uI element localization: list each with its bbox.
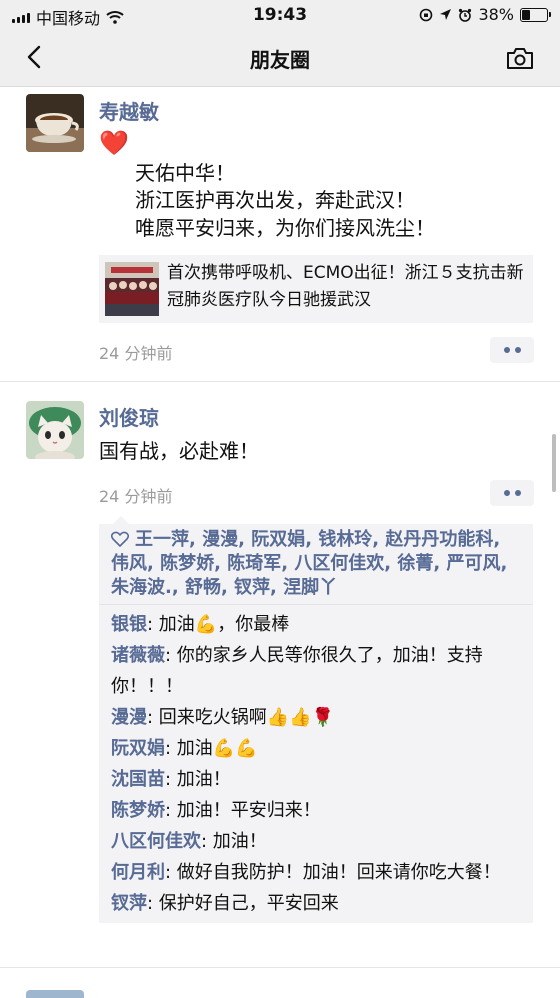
comment-text: : 回来吃火锅啊👍👍🌹 — [147, 707, 335, 728]
dot-icon — [514, 347, 521, 353]
comment-text: : 加油！ — [201, 831, 267, 852]
comment-text: : 加油！ — [165, 769, 231, 790]
post-time: 24 分钟前 — [99, 344, 173, 363]
dot-icon — [503, 490, 510, 496]
page-title: 朋友圈 — [250, 48, 310, 72]
post-text: 国有战，必赴难！ — [99, 439, 259, 463]
comment[interactable]: 阮双娟: 加油💪💪 — [111, 733, 523, 764]
nav-bar: 朋友圈 — [0, 30, 560, 87]
post-divider — [0, 381, 560, 382]
post-text-line: 浙江医护再次出发，奔赴武汉！ — [135, 188, 415, 212]
post-author[interactable]: 刘俊琼 — [99, 402, 159, 431]
avatar[interactable] — [26, 401, 84, 459]
battery-icon — [520, 7, 551, 22]
post-time: 24 分钟前 — [99, 487, 173, 506]
post-emoji: ❤️ — [99, 129, 129, 157]
comment[interactable]: 银银: 加油💪，你最棒 — [111, 609, 523, 640]
comment-author[interactable]: 沈国苗 — [111, 769, 165, 790]
comment-author[interactable]: 诸薇薇 — [111, 645, 165, 666]
comment-text: : 保护好自己，平安回来 — [147, 893, 339, 914]
alarm-icon — [459, 8, 472, 22]
comment[interactable]: 漫漫: 回来吃火锅啊👍👍🌹 — [111, 702, 523, 733]
location-icon — [440, 9, 452, 20]
likes-list: 王一萍, 漫漫, 阮双娟, 钱林玲, 赵丹丹功能科, 伟风, 陈梦娇, 陈琦军,… — [99, 524, 533, 605]
comment-author[interactable]: 八区何佳欢 — [111, 831, 201, 852]
next-post-partial — [0, 968, 560, 998]
comment-author[interactable]: 漫漫 — [111, 707, 147, 728]
link-thumbnail — [105, 262, 159, 316]
dot-icon — [503, 347, 510, 353]
comment-text: : 加油！平安归来！ — [165, 800, 321, 821]
dot-icon — [514, 490, 521, 496]
likes-names[interactable]: 王一萍, 漫漫, 阮双娟, 钱林玲, 赵丹丹功能科, 伟风, 陈梦娇, 陈琦军,… — [111, 529, 507, 598]
heart-outline-icon — [111, 531, 129, 547]
comment-text: : 加油💪，你最棒 — [147, 614, 290, 635]
likes-comments-panel: 王一萍, 漫漫, 阮双娟, 钱林玲, 赵丹丹功能科, 伟风, 陈梦娇, 陈琦军,… — [99, 516, 533, 923]
post-author[interactable]: 寿越敏 — [99, 96, 159, 125]
comment-author[interactable]: 何月利 — [111, 862, 165, 883]
comment-text: : 加油💪💪 — [165, 738, 258, 759]
status-right: 38% — [419, 5, 551, 24]
comments-list: 银银: 加油💪，你最棒 诸薇薇: 你的家乡人民等你很久了，加油！支持你！！！ 漫… — [99, 605, 533, 923]
comment[interactable]: 沈国苗: 加油！ — [111, 764, 523, 795]
comment-text: : 做好自我防护！加油！回来请你吃大餐！ — [165, 862, 501, 883]
camera-button[interactable] — [506, 46, 534, 70]
orientation-lock-icon — [420, 8, 433, 21]
comment-text: : 你的家乡人民等你很久了，加油！支持你！！！ — [111, 645, 483, 697]
avatar[interactable] — [26, 990, 84, 998]
post-text-line: 唯愿平安归来，为你们接风洗尘！ — [135, 216, 435, 240]
post-text-line: 天佑中华！ — [135, 161, 235, 185]
comment[interactable]: 八区何佳欢: 加油！ — [111, 826, 523, 857]
scrollbar-thumb[interactable] — [552, 434, 556, 492]
comment-author[interactable]: 银银 — [111, 614, 147, 635]
status-bar: 中国移动 19:43 38% — [0, 0, 560, 30]
comment-author[interactable]: 钗萍 — [111, 893, 147, 914]
comment[interactable]: 陈梦娇: 加油！平安归来！ — [111, 795, 523, 826]
post-actions-button[interactable] — [490, 480, 534, 506]
comment[interactable]: 诸薇薇: 你的家乡人民等你很久了，加油！支持你！！！ — [111, 640, 523, 702]
post-actions-button[interactable] — [490, 337, 534, 363]
comment-author[interactable]: 阮双娟 — [111, 738, 165, 759]
link-title: 首次携带呼吸机、ECMO出征！浙江５支抗击新冠肺炎医疗队今日驰援武汉 — [167, 263, 524, 310]
battery-percent: 38% — [478, 5, 514, 24]
comment[interactable]: 钗萍: 保护好自己，平安回来 — [111, 888, 523, 919]
avatar[interactable] — [26, 94, 84, 152]
battery-fill — [522, 9, 530, 20]
comment[interactable]: 何月利: 做好自我防护！加油！回来请你吃大餐！ — [111, 857, 523, 888]
comment-author[interactable]: 陈梦娇 — [111, 800, 165, 821]
shared-link-card[interactable]: 首次携带呼吸机、ECMO出征！浙江５支抗击新冠肺炎医疗队今日驰援武汉 — [99, 255, 533, 323]
